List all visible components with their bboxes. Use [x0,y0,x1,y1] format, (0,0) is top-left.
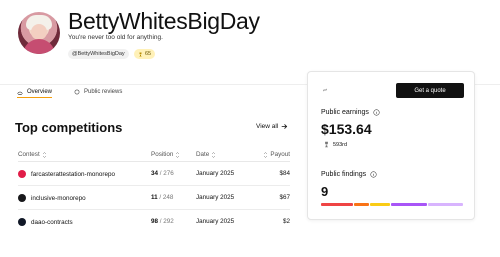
date-cell: January 2025 [196,194,235,201]
get-quote-button[interactable]: Get a quote [396,83,464,98]
contest-cell: inclusive-monorepo [18,194,86,202]
profile-stats-card: Get a quote Public earnings $153.64 593r… [307,71,475,220]
column-header-contest[interactable]: Contest [18,151,47,158]
reviews-icon [74,89,80,95]
severity-segment-purple [391,203,427,206]
info-icon[interactable] [370,171,377,178]
severity-segment-red [321,203,353,206]
payout-cell: $2 [282,218,290,225]
trophy-icon [325,141,328,148]
profile-rank-badge: 65 [134,49,156,59]
table-header: Contest Position Date Payout [18,148,290,162]
position-cell: 34 / 276 [151,170,174,177]
table-row[interactable]: inclusive-monorepo 11 / 248 January 2025… [18,186,290,210]
profile-tagline: You're never too old for anything. [68,34,163,41]
top-competitions-title: Top competitions [15,120,123,135]
position-cell: 98 / 292 [151,218,174,225]
findings-severity-bar [321,203,463,206]
profile-avatar [18,12,60,54]
competitions-table: Contest Position Date Payout farcasterat… [18,148,290,234]
severity-segment-yellow [370,203,390,206]
info-icon[interactable] [373,109,380,116]
sort-icon [212,151,216,158]
view-all-link[interactable]: View all [256,123,288,130]
tab-public-reviews[interactable]: Public reviews [74,86,122,98]
overview-icon [17,91,23,95]
profile-rank-value: 65 [145,51,152,57]
link-icon[interactable] [322,87,328,93]
earnings-rank-badge: 593rd [323,140,347,149]
contest-cell: farcasterattestation-monorepo [18,170,115,178]
public-earnings-value: $153.64 [321,121,372,137]
date-cell: January 2025 [196,218,235,225]
sort-icon [264,151,268,158]
profile-name: BettyWhitesBigDay [68,8,260,34]
contest-logo-icon [18,218,26,226]
position-cell: 11 / 248 [151,194,174,201]
payout-cell: $67 [279,194,290,201]
column-header-date[interactable]: Date [196,151,216,158]
table-row[interactable]: farcasterattestation-monorepo 34 / 276 J… [18,162,290,186]
tab-overview[interactable]: Overview [17,86,53,98]
contest-cell: daao-contracts [18,218,73,226]
column-header-payout[interactable]: Payout [263,151,290,158]
severity-segment-lavender [428,203,463,206]
tab-overview-label: Overview [27,88,53,95]
public-findings-value: 9 [321,184,329,199]
tab-public-reviews-label: Public reviews [84,89,123,95]
view-all-label: View all [256,123,279,130]
column-header-position[interactable]: Position [151,151,180,158]
sort-icon [42,151,46,158]
profile-handle-badge: @BettyWhitesBigDay [68,49,129,59]
sort-icon [176,151,180,158]
trophy-icon [139,52,142,56]
public-findings-label: Public findings [321,171,377,178]
date-cell: January 2025 [196,170,235,177]
contest-logo-icon [18,194,26,202]
public-earnings-label: Public earnings [321,109,380,116]
table-row[interactable]: daao-contracts 98 / 292 January 2025 $2 [18,210,290,234]
arrow-right-icon [281,124,288,129]
contest-logo-icon [18,170,26,178]
payout-cell: $84 [279,170,290,177]
severity-segment-orange [354,203,369,206]
